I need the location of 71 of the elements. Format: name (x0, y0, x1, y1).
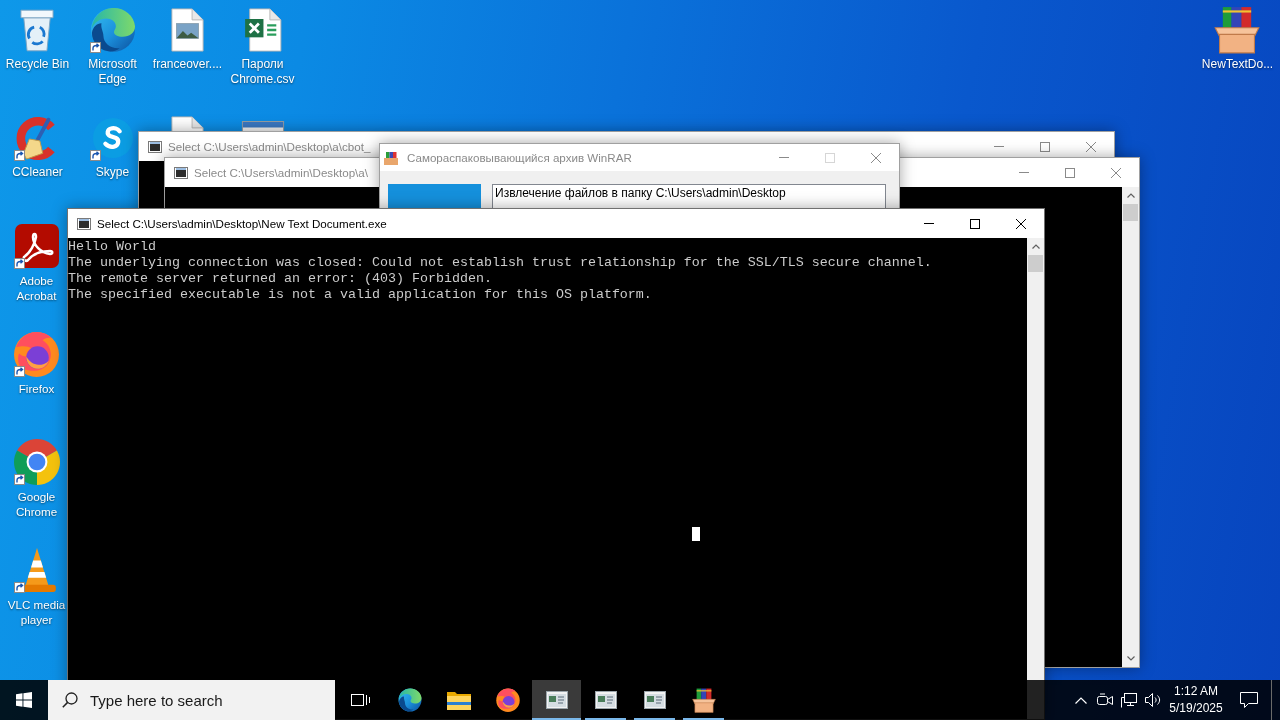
spreadsheet-file-icon (243, 8, 282, 52)
recycle-bin-icon (20, 8, 55, 52)
image-file-icon (171, 8, 204, 52)
chevron-up-icon (1031, 244, 1040, 249)
maximize-icon (825, 152, 835, 163)
desktop-item[interactable]: Firefox (12, 330, 61, 396)
maximize-icon (970, 218, 980, 229)
clock[interactable]: 1:12 AM 5/19/2025 (1165, 680, 1227, 720)
maximize-icon (1065, 167, 1075, 178)
window-title: Select C:\Users\admin\Desktop\New Text Document.exe (97, 217, 387, 230)
edge-logo-icon (397, 688, 422, 712)
desktop-item[interactable]: Google Chrome (6, 438, 67, 519)
console-window-icon (545, 691, 568, 709)
console-window-icon (174, 166, 188, 179)
notification-icon (1240, 692, 1258, 708)
folder-icon (446, 690, 471, 710)
console-line: Hello World (68, 239, 156, 255)
window-title: Select C:\Users\admin\Desktop\a\cbot_ (168, 140, 371, 153)
desktop-item[interactable]: VLC media player (6, 546, 67, 627)
chevron-down-icon (1126, 656, 1135, 661)
archive-box-icon (384, 150, 398, 165)
volume-icon[interactable] (1144, 693, 1162, 707)
chevron-up-icon[interactable] (1075, 696, 1087, 704)
console-line: The remote server returned an error: (403) Forbidden. (68, 271, 492, 287)
edge-logo-icon (89, 7, 136, 53)
windows-logo-icon (16, 692, 32, 708)
firefox-logo-icon (495, 688, 520, 712)
taskbar-button[interactable] (532, 680, 581, 720)
desktop-item[interactable]: franceover.... (152, 6, 223, 72)
desktop-item[interactable]: CCleaner (12, 114, 63, 180)
text-cursor (692, 527, 700, 541)
acrobat-logo-icon (14, 224, 59, 268)
console-window-icon (77, 217, 91, 230)
console-window-icon (594, 691, 617, 709)
desktop-item[interactable]: Skype (88, 114, 137, 180)
scrollbar-thumb[interactable] (1123, 204, 1138, 221)
scrollbar[interactable] (1122, 187, 1139, 667)
minimize-icon (779, 157, 789, 158)
log-line: Извлечение файлов в папку C:\Users\admin\Desktop (495, 186, 786, 200)
close-icon (871, 152, 881, 163)
desktop-item[interactable]: Adobe Acrobat (6, 222, 67, 303)
window-title: Select C:\Users\admin\Desktop\a\ (194, 166, 368, 179)
camera-icon[interactable] (1097, 693, 1113, 707)
desktop-item[interactable]: Пароли Chrome.csv (225, 6, 300, 87)
desktop-item[interactable]: Recycle Bin (5, 6, 70, 72)
close-icon (1016, 218, 1026, 229)
console-window-icon (148, 140, 162, 153)
chrome-logo-icon (13, 439, 60, 485)
minimize-icon (1019, 172, 1029, 173)
close-icon (1086, 141, 1096, 152)
archive-box-icon (691, 687, 716, 713)
console-line: The underlying connection was closed: Could not establish trust relationship for the SSL/TLS secure channel. (68, 255, 932, 271)
close-icon (1111, 167, 1121, 178)
network-icon[interactable] (1121, 692, 1137, 708)
search-input[interactable]: Type here to search (90, 691, 240, 709)
console-window-icon (643, 691, 666, 709)
search-bar[interactable]: Type here to search (48, 680, 335, 720)
maximize-icon (1040, 141, 1050, 152)
task-view-icon (350, 694, 371, 706)
scrollbar-thumb[interactable] (1028, 255, 1043, 272)
search-icon (62, 692, 78, 708)
chevron-up-icon (1126, 193, 1135, 198)
archive-box-icon (1214, 6, 1261, 54)
console-line: The specified executable is not a valid application for this OS platform. (68, 287, 652, 303)
firefox-logo-icon (14, 331, 59, 377)
minimize-icon (994, 146, 1004, 147)
window-title: Самораспаковывающийся архив WinRAR (407, 151, 632, 164)
skype-logo-icon (92, 118, 133, 158)
minimize-icon (924, 223, 934, 224)
desktop-item[interactable]: NewTextDo... (1201, 6, 1274, 72)
desktop-item[interactable]: Microsoft Edge (75, 6, 150, 87)
